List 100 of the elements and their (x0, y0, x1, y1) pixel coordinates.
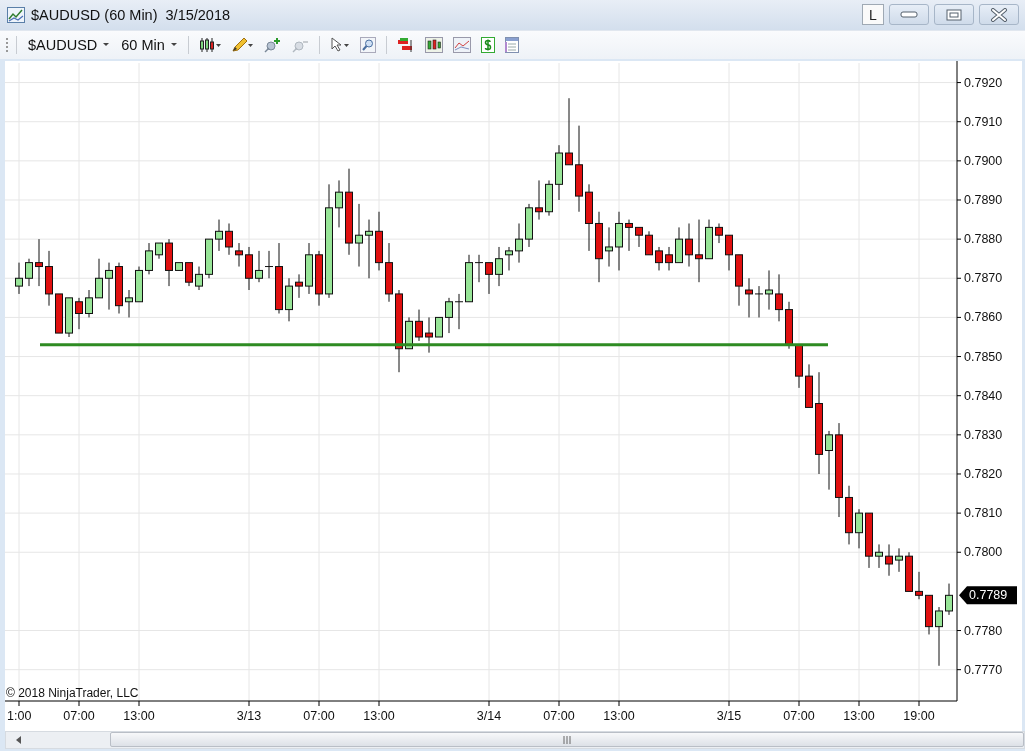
candlestick (425, 316, 433, 353)
candlestick (875, 543, 883, 569)
price-label: 0.7810 (964, 505, 1003, 520)
candlestick (195, 265, 203, 291)
candlestick (75, 297, 83, 330)
candlestick (35, 238, 43, 287)
close-icon (990, 7, 1008, 22)
candlestick (474, 253, 484, 283)
candlestick (215, 218, 223, 252)
left-arrow-icon[interactable] (16, 735, 22, 744)
price-label: 0.7780 (964, 623, 1003, 638)
price-label: 0.7870 (964, 270, 1003, 285)
time-label: 13:00 (843, 708, 875, 723)
candlestick (625, 218, 633, 252)
interval-dropdown[interactable]: 60 Min (117, 36, 181, 53)
candlestick (915, 571, 923, 600)
candlestick (945, 582, 953, 616)
candlestick (454, 293, 464, 330)
candlestick (85, 289, 93, 318)
candlestick (885, 543, 893, 576)
maximize-icon (946, 8, 962, 21)
last-price-tag: 0.7789 (959, 586, 1017, 604)
layout-button[interactable]: L (862, 4, 884, 26)
candlestick (95, 257, 103, 299)
price-label: 0.7820 (964, 466, 1003, 481)
time-label: 13:00 (123, 708, 155, 723)
candlestick (15, 261, 23, 295)
minimize-icon (900, 10, 918, 19)
time-label: 07:00 (63, 708, 95, 723)
candlestick (245, 246, 253, 291)
candlestick (225, 222, 233, 255)
candlestick (495, 246, 503, 287)
candlestick (505, 246, 513, 271)
candlestick (895, 547, 903, 573)
candlestick (675, 226, 683, 263)
copyright-text: © 2018 NinjaTrader, LLC (6, 685, 139, 700)
candlestick (365, 218, 373, 279)
candlestick (515, 222, 523, 263)
candlestick (725, 234, 733, 271)
candlestick (355, 203, 363, 267)
candlestick (445, 297, 453, 334)
candlestick (754, 285, 764, 318)
candlestick (235, 242, 243, 267)
candlestick (485, 261, 493, 295)
time-label: 1:00 (7, 708, 32, 723)
time-label: 07:00 (543, 708, 575, 723)
price-label: 0.7850 (964, 349, 1003, 364)
price-label: 0.7860 (964, 310, 1003, 325)
chart-icon (7, 6, 25, 23)
caret-icon (103, 42, 110, 47)
price-label: 0.7770 (964, 662, 1003, 677)
candlestick (125, 289, 133, 318)
candlestick (775, 273, 783, 322)
time-label: 13:00 (363, 708, 395, 723)
time-label: 3/15 (716, 708, 742, 723)
candlestick (605, 226, 613, 267)
time-label: 3/14 (476, 708, 502, 723)
candlestick (715, 222, 723, 244)
time-label: 07:00 (783, 708, 815, 723)
instrument-dropdown[interactable]: $AUDUSD (24, 36, 114, 53)
time-label: 3/13 (236, 708, 262, 723)
time-label: 13:00 (603, 708, 635, 723)
candlestick (855, 508, 863, 549)
minimize-button[interactable] (889, 4, 929, 26)
candlestick (695, 218, 703, 283)
price-label: 0.7880 (964, 231, 1003, 246)
caret-icon (170, 42, 177, 47)
candlestick (255, 250, 263, 283)
candlestick (535, 179, 543, 220)
scrollbar-thumb[interactable] (110, 732, 1024, 748)
close-button[interactable] (979, 4, 1019, 26)
candlestick (145, 242, 153, 275)
price-label: 0.7830 (964, 427, 1003, 442)
time-label: 19:00 (903, 708, 935, 723)
candlestick (825, 430, 833, 490)
grip-icon (6, 36, 9, 53)
time-label: 07:00 (303, 708, 335, 723)
candlestick (615, 210, 623, 271)
grip-icon (563, 735, 571, 744)
candlestick (765, 269, 773, 310)
candlestick (645, 230, 653, 255)
candlestick (295, 273, 303, 299)
candlestick (285, 277, 293, 322)
candlestick (635, 226, 643, 248)
candlestick (335, 179, 343, 228)
candlestick (264, 250, 274, 279)
candlestick (25, 257, 33, 287)
candlestick (935, 606, 943, 666)
candlestick (185, 261, 193, 287)
candlestick (685, 222, 693, 267)
price-label: 0.7910 (964, 114, 1003, 129)
maximize-button[interactable] (934, 4, 974, 26)
candlestick (665, 246, 673, 271)
candlestick (415, 308, 423, 342)
candlestick (565, 97, 573, 165)
candlestick (655, 246, 663, 271)
price-label: 0.7800 (964, 544, 1003, 559)
price-label: 0.7840 (964, 388, 1003, 403)
candlestick (745, 277, 753, 318)
price-label: 0.7920 (964, 75, 1003, 90)
